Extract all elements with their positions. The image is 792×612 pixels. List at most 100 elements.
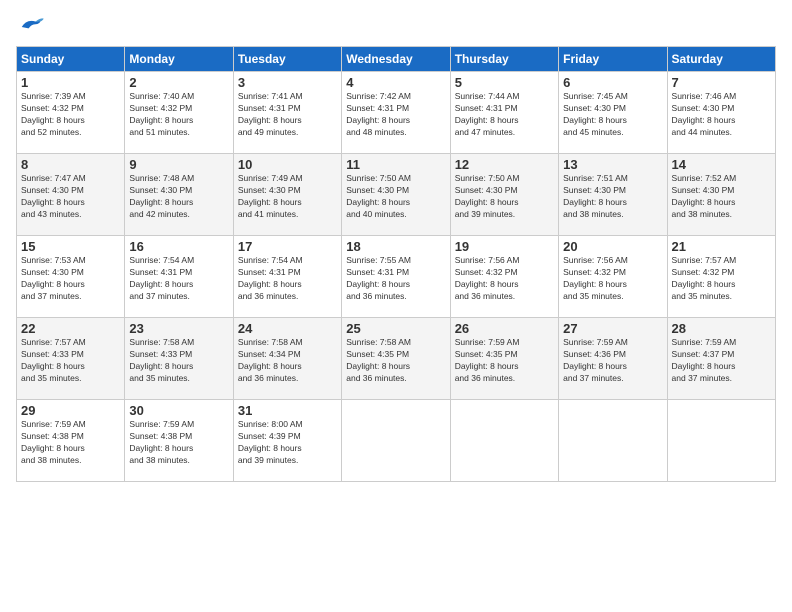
day-number: 2 <box>129 75 228 90</box>
col-header-saturday: Saturday <box>667 47 775 72</box>
calendar-cell: 8Sunrise: 7:47 AM Sunset: 4:30 PM Daylig… <box>17 154 125 236</box>
calendar-cell: 11Sunrise: 7:50 AM Sunset: 4:30 PM Dayli… <box>342 154 450 236</box>
calendar-cell: 15Sunrise: 7:53 AM Sunset: 4:30 PM Dayli… <box>17 236 125 318</box>
calendar-cell: 2Sunrise: 7:40 AM Sunset: 4:32 PM Daylig… <box>125 72 233 154</box>
day-number: 12 <box>455 157 554 172</box>
day-number: 31 <box>238 403 337 418</box>
calendar-cell: 9Sunrise: 7:48 AM Sunset: 4:30 PM Daylig… <box>125 154 233 236</box>
header <box>16 16 776 38</box>
day-info: Sunrise: 7:58 AM Sunset: 4:35 PM Dayligh… <box>346 337 445 385</box>
day-number: 11 <box>346 157 445 172</box>
day-number: 27 <box>563 321 662 336</box>
day-info: Sunrise: 7:50 AM Sunset: 4:30 PM Dayligh… <box>346 173 445 221</box>
col-header-wednesday: Wednesday <box>342 47 450 72</box>
calendar-cell: 7Sunrise: 7:46 AM Sunset: 4:30 PM Daylig… <box>667 72 775 154</box>
calendar-cell: 6Sunrise: 7:45 AM Sunset: 4:30 PM Daylig… <box>559 72 667 154</box>
calendar-cell: 12Sunrise: 7:50 AM Sunset: 4:30 PM Dayli… <box>450 154 558 236</box>
day-info: Sunrise: 7:50 AM Sunset: 4:30 PM Dayligh… <box>455 173 554 221</box>
day-info: Sunrise: 8:00 AM Sunset: 4:39 PM Dayligh… <box>238 419 337 467</box>
day-info: Sunrise: 7:49 AM Sunset: 4:30 PM Dayligh… <box>238 173 337 221</box>
calendar-header-row: SundayMondayTuesdayWednesdayThursdayFrid… <box>17 47 776 72</box>
day-number: 13 <box>563 157 662 172</box>
day-info: Sunrise: 7:57 AM Sunset: 4:33 PM Dayligh… <box>21 337 120 385</box>
calendar-cell: 25Sunrise: 7:58 AM Sunset: 4:35 PM Dayli… <box>342 318 450 400</box>
calendar-cell: 29Sunrise: 7:59 AM Sunset: 4:38 PM Dayli… <box>17 400 125 482</box>
calendar-cell: 3Sunrise: 7:41 AM Sunset: 4:31 PM Daylig… <box>233 72 341 154</box>
day-number: 24 <box>238 321 337 336</box>
calendar-cell: 22Sunrise: 7:57 AM Sunset: 4:33 PM Dayli… <box>17 318 125 400</box>
calendar-cell: 31Sunrise: 8:00 AM Sunset: 4:39 PM Dayli… <box>233 400 341 482</box>
col-header-thursday: Thursday <box>450 47 558 72</box>
calendar-table: SundayMondayTuesdayWednesdayThursdayFrid… <box>16 46 776 482</box>
day-info: Sunrise: 7:40 AM Sunset: 4:32 PM Dayligh… <box>129 91 228 139</box>
day-number: 26 <box>455 321 554 336</box>
calendar-container: SundayMondayTuesdayWednesdayThursdayFrid… <box>0 0 792 612</box>
calendar-cell: 26Sunrise: 7:59 AM Sunset: 4:35 PM Dayli… <box>450 318 558 400</box>
day-number: 4 <box>346 75 445 90</box>
calendar-cell: 10Sunrise: 7:49 AM Sunset: 4:30 PM Dayli… <box>233 154 341 236</box>
day-number: 19 <box>455 239 554 254</box>
day-info: Sunrise: 7:59 AM Sunset: 4:38 PM Dayligh… <box>129 419 228 467</box>
day-info: Sunrise: 7:54 AM Sunset: 4:31 PM Dayligh… <box>238 255 337 303</box>
day-info: Sunrise: 7:59 AM Sunset: 4:38 PM Dayligh… <box>21 419 120 467</box>
calendar-cell: 20Sunrise: 7:56 AM Sunset: 4:32 PM Dayli… <box>559 236 667 318</box>
day-info: Sunrise: 7:51 AM Sunset: 4:30 PM Dayligh… <box>563 173 662 221</box>
day-number: 1 <box>21 75 120 90</box>
day-info: Sunrise: 7:57 AM Sunset: 4:32 PM Dayligh… <box>672 255 771 303</box>
col-header-monday: Monday <box>125 47 233 72</box>
day-number: 15 <box>21 239 120 254</box>
day-number: 17 <box>238 239 337 254</box>
logo-bird-icon <box>16 16 44 38</box>
day-info: Sunrise: 7:47 AM Sunset: 4:30 PM Dayligh… <box>21 173 120 221</box>
day-info: Sunrise: 7:59 AM Sunset: 4:37 PM Dayligh… <box>672 337 771 385</box>
calendar-cell: 4Sunrise: 7:42 AM Sunset: 4:31 PM Daylig… <box>342 72 450 154</box>
day-number: 5 <box>455 75 554 90</box>
col-header-friday: Friday <box>559 47 667 72</box>
day-info: Sunrise: 7:46 AM Sunset: 4:30 PM Dayligh… <box>672 91 771 139</box>
calendar-cell: 23Sunrise: 7:58 AM Sunset: 4:33 PM Dayli… <box>125 318 233 400</box>
calendar-cell <box>667 400 775 482</box>
day-number: 3 <box>238 75 337 90</box>
day-number: 28 <box>672 321 771 336</box>
col-header-tuesday: Tuesday <box>233 47 341 72</box>
calendar-cell: 13Sunrise: 7:51 AM Sunset: 4:30 PM Dayli… <box>559 154 667 236</box>
col-header-sunday: Sunday <box>17 47 125 72</box>
day-number: 29 <box>21 403 120 418</box>
day-info: Sunrise: 7:56 AM Sunset: 4:32 PM Dayligh… <box>455 255 554 303</box>
calendar-cell <box>450 400 558 482</box>
day-number: 23 <box>129 321 228 336</box>
day-info: Sunrise: 7:52 AM Sunset: 4:30 PM Dayligh… <box>672 173 771 221</box>
day-number: 14 <box>672 157 771 172</box>
day-number: 6 <box>563 75 662 90</box>
day-info: Sunrise: 7:55 AM Sunset: 4:31 PM Dayligh… <box>346 255 445 303</box>
day-info: Sunrise: 7:42 AM Sunset: 4:31 PM Dayligh… <box>346 91 445 139</box>
day-number: 18 <box>346 239 445 254</box>
calendar-cell: 30Sunrise: 7:59 AM Sunset: 4:38 PM Dayli… <box>125 400 233 482</box>
day-info: Sunrise: 7:58 AM Sunset: 4:33 PM Dayligh… <box>129 337 228 385</box>
day-info: Sunrise: 7:39 AM Sunset: 4:32 PM Dayligh… <box>21 91 120 139</box>
calendar-week-row: 1Sunrise: 7:39 AM Sunset: 4:32 PM Daylig… <box>17 72 776 154</box>
day-number: 25 <box>346 321 445 336</box>
calendar-week-row: 8Sunrise: 7:47 AM Sunset: 4:30 PM Daylig… <box>17 154 776 236</box>
day-number: 8 <box>21 157 120 172</box>
calendar-cell: 27Sunrise: 7:59 AM Sunset: 4:36 PM Dayli… <box>559 318 667 400</box>
calendar-cell <box>559 400 667 482</box>
day-info: Sunrise: 7:59 AM Sunset: 4:36 PM Dayligh… <box>563 337 662 385</box>
calendar-cell: 1Sunrise: 7:39 AM Sunset: 4:32 PM Daylig… <box>17 72 125 154</box>
day-number: 22 <box>21 321 120 336</box>
day-info: Sunrise: 7:53 AM Sunset: 4:30 PM Dayligh… <box>21 255 120 303</box>
calendar-week-row: 29Sunrise: 7:59 AM Sunset: 4:38 PM Dayli… <box>17 400 776 482</box>
day-info: Sunrise: 7:44 AM Sunset: 4:31 PM Dayligh… <box>455 91 554 139</box>
calendar-cell <box>342 400 450 482</box>
calendar-cell: 21Sunrise: 7:57 AM Sunset: 4:32 PM Dayli… <box>667 236 775 318</box>
day-info: Sunrise: 7:48 AM Sunset: 4:30 PM Dayligh… <box>129 173 228 221</box>
logo <box>16 16 48 38</box>
day-info: Sunrise: 7:56 AM Sunset: 4:32 PM Dayligh… <box>563 255 662 303</box>
calendar-week-row: 22Sunrise: 7:57 AM Sunset: 4:33 PM Dayli… <box>17 318 776 400</box>
day-number: 10 <box>238 157 337 172</box>
day-number: 21 <box>672 239 771 254</box>
day-info: Sunrise: 7:45 AM Sunset: 4:30 PM Dayligh… <box>563 91 662 139</box>
calendar-cell: 5Sunrise: 7:44 AM Sunset: 4:31 PM Daylig… <box>450 72 558 154</box>
day-number: 30 <box>129 403 228 418</box>
day-info: Sunrise: 7:54 AM Sunset: 4:31 PM Dayligh… <box>129 255 228 303</box>
